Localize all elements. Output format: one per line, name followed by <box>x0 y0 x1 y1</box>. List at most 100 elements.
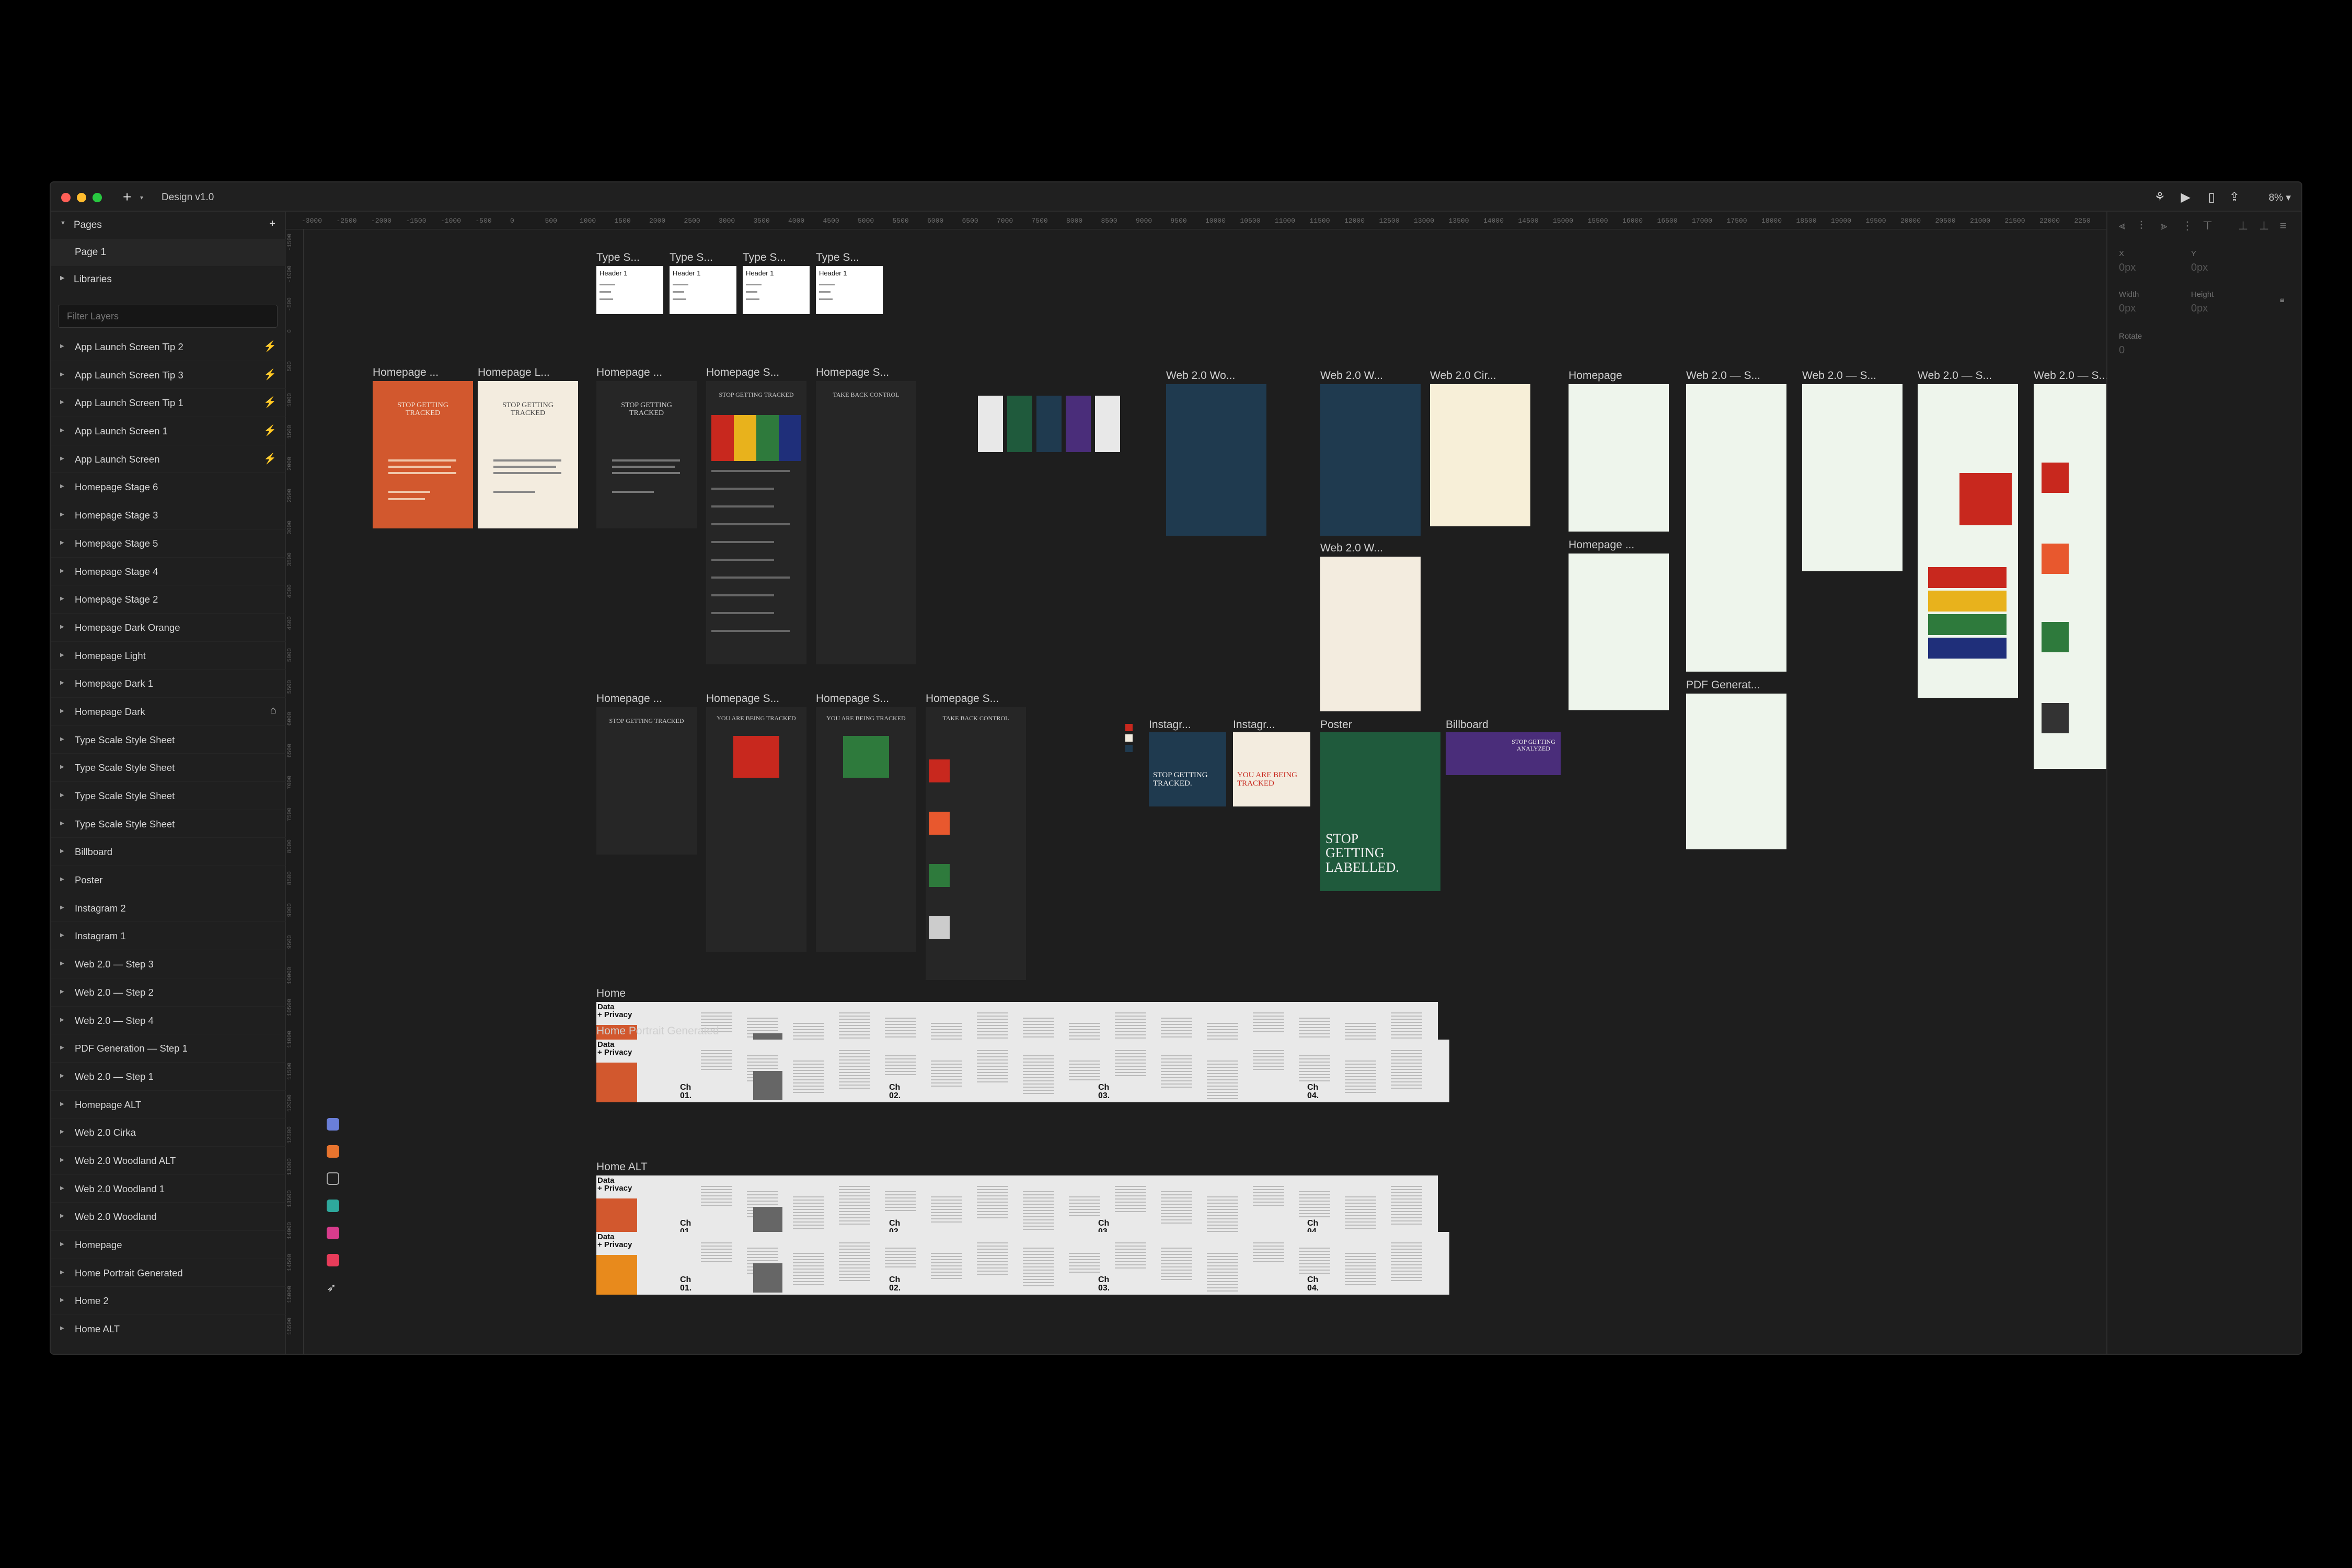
frame-title[interactable]: Homepage <box>1569 370 1668 382</box>
close-window-button[interactable] <box>61 193 71 202</box>
frame-thumbnail[interactable] <box>978 396 1003 452</box>
frame-title[interactable]: Poster <box>1320 719 1383 731</box>
color-swatch[interactable] <box>1125 724 1133 731</box>
frame-title[interactable]: Homepage S... <box>706 693 805 705</box>
color-swatch[interactable] <box>1125 745 1133 752</box>
frame-title[interactable]: Web 2.0 — S... <box>1802 370 1901 382</box>
layer-item[interactable]: ▶ Web 2.0 — Step 2 <box>51 978 286 1007</box>
frame-title[interactable]: Type S... <box>596 251 664 264</box>
frame-title[interactable]: PDF Generat... <box>1686 679 1785 691</box>
layer-item[interactable]: ▶ Web 2.0 Woodland <box>51 1203 286 1231</box>
frame-title[interactable]: Web 2.0 — S... <box>1686 370 1785 382</box>
frame-thumbnail[interactable] <box>1036 396 1062 452</box>
frame-web-step[interactable] <box>1802 384 1903 571</box>
layer-item[interactable]: ▶ Type Scale Style Sheet <box>51 782 286 810</box>
layer-item[interactable]: ▶ Instagram 2 <box>51 894 286 923</box>
layer-item[interactable]: ▶ App Launch Screen Tip 1 ⚡ <box>51 389 286 418</box>
frame-title[interactable]: Instagr... <box>1149 719 1191 731</box>
add-icon[interactable]: + <box>123 189 131 205</box>
chevron-right-icon[interactable]: ▶ <box>60 483 64 489</box>
chevron-right-icon[interactable]: ▶ <box>60 540 64 546</box>
chevron-right-icon[interactable]: ▶ <box>60 1241 64 1247</box>
chevron-right-icon[interactable]: ▶ <box>60 961 64 966</box>
device-preview-icon[interactable]: ▯ <box>2208 190 2215 205</box>
frame-billboard[interactable]: STOP GETTING ANALYZED <box>1446 732 1561 775</box>
frame-web-step[interactable] <box>1918 384 2018 698</box>
layer-item[interactable]: ▶ Homepage Stage 4 <box>51 558 286 586</box>
frame-web-woodland[interactable] <box>1320 384 1421 536</box>
layer-item[interactable]: ▶ Homepage Dark ⌂ <box>51 698 286 726</box>
frame-home-strip[interactable]: Data + Privacy Ch 01. Ch 02. Ch 03. Ch 04. <box>596 1040 1449 1102</box>
layer-item[interactable]: ▶ App Launch Screen Tip 2 ⚡ <box>51 333 286 361</box>
frame-title[interactable]: Billboard <box>1446 719 1508 731</box>
chevron-right-icon[interactable]: ▶ <box>60 343 64 349</box>
frame-title[interactable]: Homepage ... <box>373 366 472 379</box>
frame-title[interactable]: Type S... <box>670 251 737 264</box>
frame-thumbnail[interactable] <box>1007 396 1032 452</box>
distribute-vertical-icon[interactable]: ≡ <box>2280 219 2287 233</box>
chevron-right-icon[interactable]: ▶ <box>60 596 64 602</box>
frame-homepage-light[interactable]: STOP GETTING TRACKED <box>478 381 578 528</box>
design-canvas[interactable]: Type S... Header 1 Type S... Header 1 Type S… <box>304 229 2134 1354</box>
frame-title[interactable]: Instagr... <box>1233 719 1275 731</box>
layer-item[interactable]: ▶ App Launch Screen 1 ⚡ <box>51 417 286 445</box>
frame-title[interactable]: Web 2.0 W... <box>1320 542 1420 555</box>
minimize-window-button[interactable] <box>77 193 86 202</box>
layer-item[interactable]: ▶ Web 2.0 — Step 1 <box>51 1063 286 1091</box>
frame-title[interactable]: Homepage S... <box>816 366 915 379</box>
height-field[interactable]: 0px <box>2191 303 2208 315</box>
layer-item[interactable]: ▶ Homepage Stage 5 <box>51 529 286 558</box>
width-field[interactable]: 0px <box>2119 303 2136 315</box>
layer-item[interactable]: ▶ App Launch Screen Tip 3 ⚡ <box>51 361 286 389</box>
page-item[interactable]: Page 1 <box>51 239 286 266</box>
zoom-level[interactable]: 8% ▾ <box>2269 192 2291 204</box>
align-top-icon[interactable]: ⊤ <box>2203 219 2212 233</box>
frame-title[interactable]: Homepage ... <box>596 366 696 379</box>
chevron-right-icon[interactable]: ▶ <box>60 1101 64 1107</box>
chevron-right-icon[interactable]: ▶ <box>60 736 64 742</box>
frame-title[interactable]: Home Portrait Generated <box>596 1025 805 1037</box>
chevron-right-icon[interactable]: ▶ <box>60 274 64 281</box>
chevron-right-icon[interactable]: ▶ <box>60 1270 64 1275</box>
chevron-right-icon[interactable]: ▶ <box>60 989 64 995</box>
layer-item[interactable]: ▶ Billboard <box>51 838 286 867</box>
frame-homepage-dark-orange[interactable]: STOP GETTING TRACKED <box>373 381 473 528</box>
plugin-icon[interactable] <box>327 1200 339 1212</box>
layer-item[interactable]: ▶ Type Scale Style Sheet <box>51 810 286 838</box>
layer-item[interactable]: ▶ Homepage Stage 2 <box>51 585 286 614</box>
frame-homepage-stage[interactable]: TAKE BACK CONTROL <box>926 707 1026 980</box>
chevron-right-icon[interactable]: ▶ <box>60 624 64 630</box>
chevron-right-icon[interactable]: ▶ <box>60 821 64 826</box>
chevron-right-icon[interactable]: ▶ <box>60 1213 64 1219</box>
chevron-right-icon[interactable]: ▶ <box>60 399 64 405</box>
align-right-icon[interactable]: ⫸ <box>2161 219 2167 233</box>
frame-title[interactable]: Homepage S... <box>926 693 1025 705</box>
chevron-down-icon[interactable]: ▾ <box>140 194 143 201</box>
frame-pdf-generation[interactable] <box>1686 694 1786 849</box>
chevron-right-icon[interactable]: ▶ <box>60 1017 64 1023</box>
play-icon[interactable]: ▶ <box>2181 190 2190 205</box>
chevron-right-icon[interactable]: ▶ <box>60 1325 64 1331</box>
layer-item[interactable]: ▶ App Launch Screen ⚡ <box>51 445 286 474</box>
chevron-right-icon[interactable]: ▶ <box>60 568 64 574</box>
frame-title[interactable]: Web 2.0 Cir... <box>1430 370 1529 382</box>
frame-title[interactable]: Web 2.0 Wo... <box>1166 370 1265 382</box>
chevron-right-icon[interactable]: ▶ <box>60 932 64 938</box>
layer-item[interactable]: ▶ Homepage Dark Orange <box>51 614 286 642</box>
heart-plugin-icon[interactable] <box>327 1254 339 1266</box>
align-middle-icon[interactable]: ⊥ <box>2238 219 2248 233</box>
grid-plugin-icon[interactable] <box>327 1227 339 1239</box>
share-icon[interactable]: ⇪ <box>2229 190 2240 205</box>
chevron-right-icon[interactable]: ▶ <box>60 848 64 854</box>
zoom-window-button[interactable] <box>93 193 102 202</box>
frame-title[interactable]: Homepage ... <box>1569 539 1668 551</box>
layer-item[interactable]: ▶ Type Scale Style Sheet <box>51 754 286 782</box>
layer-item[interactable]: ▶ Home Portrait Generated <box>51 1259 286 1287</box>
lock-icon[interactable]: 🔒︎ <box>2280 295 2285 305</box>
pages-section-header[interactable]: ▼ Pages + <box>51 212 286 239</box>
chevron-right-icon[interactable]: ▶ <box>60 1129 64 1135</box>
layer-item[interactable]: ▶ Type Scale Style Sheet <box>51 726 286 754</box>
frame-title[interactable]: Homepage S... <box>706 366 805 379</box>
align-left-icon[interactable]: ⫷ <box>2119 219 2125 233</box>
layer-item[interactable]: ▶ Home 2 <box>51 1287 286 1316</box>
